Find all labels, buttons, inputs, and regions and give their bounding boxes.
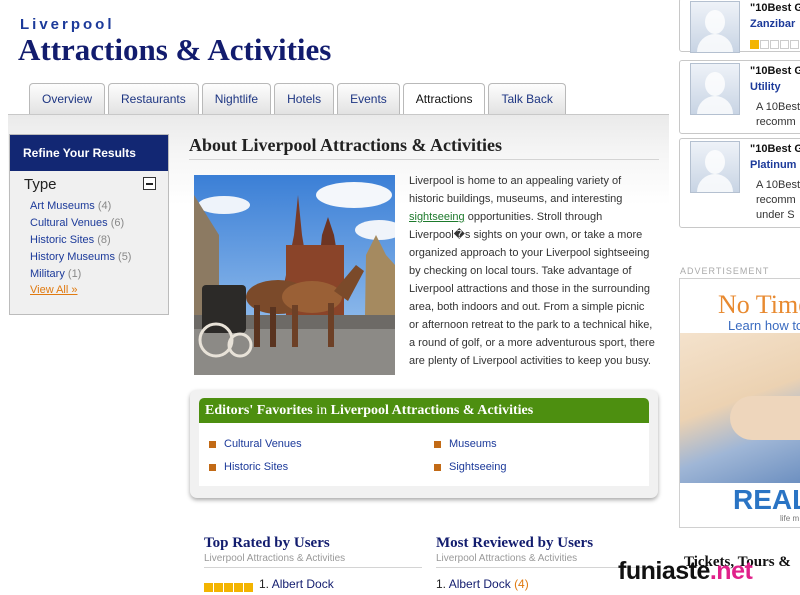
- top-rated-item: 1. Albert Dock: [259, 577, 334, 591]
- editors-heading-a: Editors' Favorites: [205, 403, 313, 418]
- filter-list: Art Museums (4) Cultural Venues (6) Hist…: [30, 198, 131, 283]
- tab-nightlife[interactable]: Nightlife: [201, 83, 272, 114]
- filter-historic-sites[interactable]: Historic Sites: [30, 234, 94, 246]
- watermark-text: .net: [709, 557, 753, 585]
- advertisement-label: ADVERTISEMENT: [680, 266, 770, 276]
- tab-talk-back[interactable]: Talk Back: [488, 83, 566, 114]
- tab-events[interactable]: Events: [337, 83, 400, 114]
- ad-headline: No Time: [718, 290, 800, 319]
- filter-art-museums[interactable]: Art Museums: [30, 200, 95, 212]
- tab-attractions[interactable]: Attractions: [402, 83, 486, 115]
- about-text: opportunities. Stroll through Liverpool�…: [409, 211, 655, 367]
- ad-tagline: life m: [780, 514, 800, 523]
- tab-bar: Overview Restaurants Nightlife Hotels Ev…: [29, 83, 566, 115]
- review-title: "10Best G: [750, 143, 800, 155]
- most-reviewed-item: 1. Albert Dock (4): [436, 577, 529, 591]
- most-reviewed-heading: Most Reviewed by Users: [436, 535, 594, 551]
- filter-count: (6): [110, 217, 125, 229]
- favorite-sightseeing[interactable]: Sightseeing: [434, 461, 507, 473]
- filter-cultural-venues[interactable]: Cultural Venues: [30, 217, 108, 229]
- horse-carriage-photo: [194, 175, 395, 375]
- filter-item: History Museums (5): [30, 249, 131, 266]
- most-reviewed-subtitle: Liverpool Attractions & Activities: [436, 553, 578, 564]
- review-venue-link[interactable]: Utility: [750, 81, 781, 93]
- about-paragraph: Liverpool is home to an appealing variet…: [409, 172, 655, 370]
- review-text: recomm: [756, 116, 796, 128]
- refine-heading: Refine Your Results: [10, 135, 168, 171]
- tab-divider: [8, 114, 669, 115]
- rank-number: 1.: [436, 577, 447, 591]
- divider: [204, 567, 422, 568]
- filter-item: Military (1): [30, 266, 131, 283]
- tab-restaurants[interactable]: Restaurants: [108, 83, 199, 114]
- top-rated-link[interactable]: Albert Dock: [272, 577, 334, 591]
- top-rated-heading: Top Rated by Users: [204, 535, 330, 551]
- filter-count: (4): [97, 200, 112, 212]
- ad-subline: Learn how to: [728, 318, 800, 333]
- city-name: Liverpool: [20, 16, 115, 33]
- user-avatar: [690, 63, 740, 115]
- tab-hotels[interactable]: Hotels: [274, 83, 335, 114]
- about-text: Liverpool is home to an appealing variet…: [409, 175, 623, 205]
- review-text: A 10Best: [756, 179, 800, 191]
- filter-military[interactable]: Military: [30, 268, 65, 280]
- sightseeing-link[interactable]: sightseeing: [409, 211, 465, 223]
- review-text: recomm: [756, 194, 796, 206]
- user-avatar: [690, 1, 740, 53]
- editors-favorites-heading: Editors' Favorites in Liverpool Attracti…: [199, 398, 649, 423]
- filter-history-museums[interactable]: History Museums: [30, 251, 115, 263]
- review-title: "10Best G: [750, 2, 800, 14]
- top-rated-subtitle: Liverpool Attractions & Activities: [204, 553, 346, 564]
- type-label: Type: [24, 176, 57, 193]
- watermark-text: funiaste: [618, 557, 710, 585]
- editors-heading-b: Liverpool Attractions & Activities: [330, 403, 534, 418]
- view-all-link[interactable]: View All »: [30, 284, 78, 296]
- tab-overview[interactable]: Overview: [29, 83, 106, 114]
- review-text: under S: [756, 209, 795, 221]
- favorite-historic-sites[interactable]: Historic Sites: [209, 461, 288, 473]
- review-venue-link[interactable]: Platinum: [750, 159, 796, 171]
- review-text: A 10Best: [756, 101, 800, 113]
- collapse-icon[interactable]: [143, 177, 156, 190]
- filter-count: (1): [67, 268, 82, 280]
- filter-count: (5): [118, 251, 132, 263]
- filter-item: Cultural Venues (6): [30, 215, 131, 232]
- rating-stars-icon: [750, 38, 800, 52]
- ad-image-figure: [730, 396, 800, 440]
- favorite-cultural-venues[interactable]: Cultural Venues: [209, 438, 302, 450]
- review-title: "10Best G: [750, 65, 800, 77]
- review-venue-link[interactable]: Zanzibar: [750, 18, 795, 30]
- review-count: (4): [514, 577, 529, 591]
- filter-item: Art Museums (4): [30, 198, 131, 215]
- favorite-museums[interactable]: Museums: [434, 438, 497, 450]
- watermark: funiaste.net: [618, 557, 753, 586]
- rating-stars-icon: [204, 581, 254, 595]
- divider: [189, 159, 659, 160]
- rank-number: 1.: [259, 577, 270, 591]
- most-reviewed-link[interactable]: Albert Dock: [449, 577, 511, 591]
- editors-favorites-list: Cultural Venues Museums Historic Sites S…: [199, 423, 649, 486]
- filter-item: Historic Sites (8): [30, 232, 131, 249]
- about-heading: About Liverpool Attractions & Activities: [189, 135, 502, 155]
- ad-brand: REAL: [733, 484, 800, 515]
- page-title: Attractions & Activities: [18, 32, 332, 67]
- user-avatar: [690, 141, 740, 193]
- editors-heading-in: in: [312, 403, 331, 418]
- filter-count: (8): [97, 234, 111, 246]
